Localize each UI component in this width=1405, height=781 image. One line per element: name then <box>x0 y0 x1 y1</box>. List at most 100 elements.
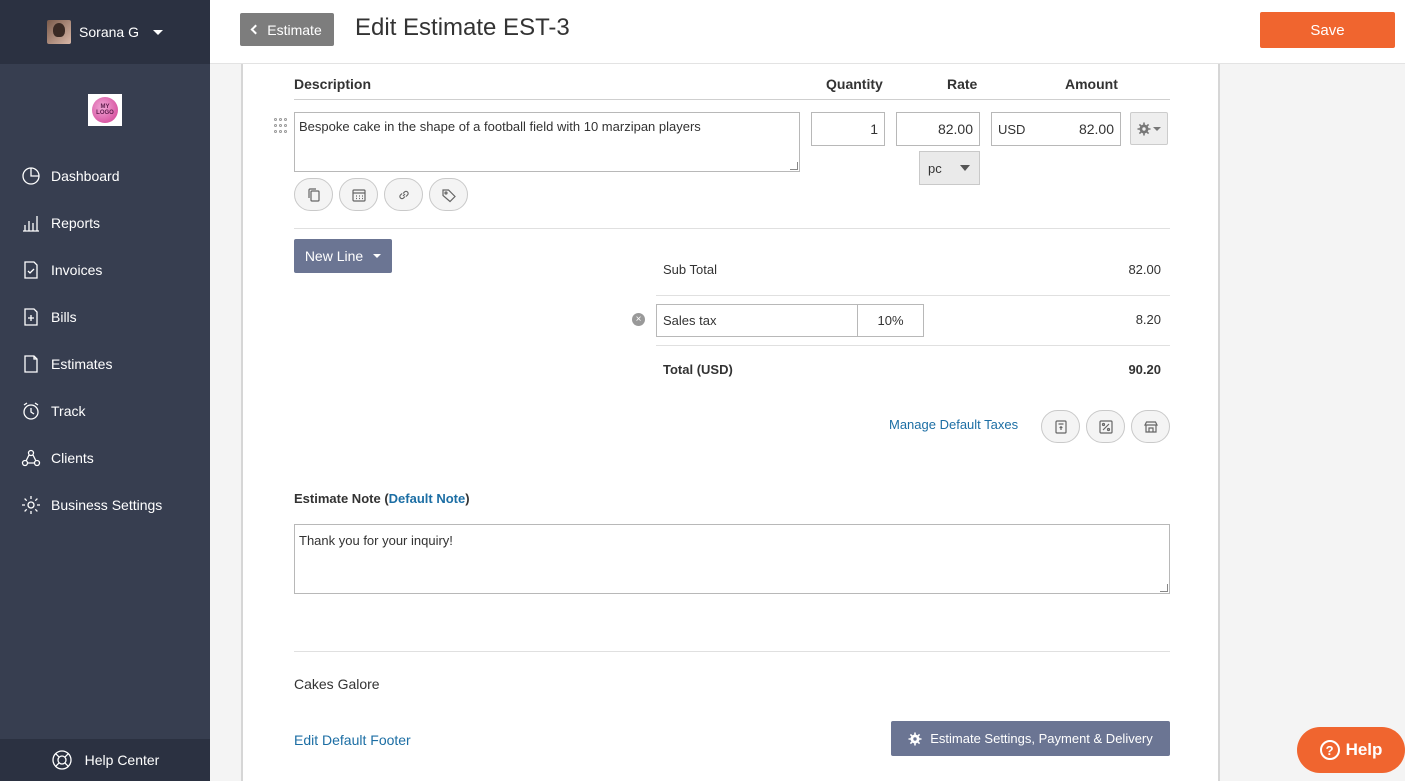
unit-value: pc <box>928 160 942 176</box>
divider <box>294 651 1170 652</box>
lifebuoy-icon <box>51 750 72 770</box>
chevron-down-icon <box>960 165 970 171</box>
track-icon <box>23 401 39 420</box>
sidebar-item-track[interactable]: Track <box>0 387 210 434</box>
sidebar-item-estimates[interactable]: Estimates <box>0 340 210 387</box>
tax-rate-input[interactable]: 10% <box>857 304 924 337</box>
estimate-note-input[interactable]: Thank you for your inquiry! <box>294 524 1170 594</box>
date-button[interactable] <box>339 178 378 211</box>
resize-handle-icon[interactable] <box>1160 584 1168 592</box>
sidebar-item-invoices[interactable]: Invoices <box>0 246 210 293</box>
column-rate: Rate <box>947 76 978 92</box>
manage-default-taxes-link[interactable]: Manage Default Taxes <box>889 417 1018 432</box>
back-button[interactable]: Estimate <box>240 13 334 46</box>
chevron-left-icon <box>250 24 261 35</box>
gear-icon <box>908 732 922 745</box>
unit-select[interactable]: pc <box>919 151 980 185</box>
default-note-link[interactable]: Default Note <box>389 491 466 506</box>
logo-mark: MY LOGO <box>92 97 118 123</box>
tax-value: 8.20 <box>1135 312 1161 327</box>
amount-field[interactable]: USD 82.00 <box>991 112 1121 146</box>
line-tools <box>294 178 468 211</box>
subtotal-label: Sub Total <box>663 262 717 277</box>
gear-icon <box>1137 122 1151 135</box>
help-button[interactable]: ? Help <box>1297 727 1405 773</box>
link-button[interactable] <box>384 178 423 211</box>
estimate-form: Description Quantity Rate Amount Bespoke… <box>241 64 1220 781</box>
divider <box>294 228 1170 229</box>
duplicate-line-button[interactable] <box>294 178 333 211</box>
estimate-note-label: Estimate Note (Default Note) <box>294 491 470 506</box>
gear-icon <box>22 495 40 514</box>
estimate-settings-button[interactable]: Estimate Settings, Payment & Delivery <box>891 721 1170 756</box>
estimate-note-text: Thank you for your inquiry! <box>299 533 453 548</box>
drag-handle-icon[interactable] <box>274 118 288 134</box>
page-title: Edit Estimate EST-3 <box>355 14 570 41</box>
question-icon: ? <box>1319 740 1340 760</box>
reports-icon <box>23 215 39 232</box>
store-button[interactable] <box>1131 410 1170 443</box>
total-value: 90.20 <box>1128 362 1161 377</box>
sidebar: Sorana G MY LOGO Dashboard Reports Invoi… <box>0 0 210 781</box>
top-bar: Estimate Edit Estimate EST-3 Save <box>210 0 1405 64</box>
rate-input[interactable]: 82.00 <box>896 112 980 146</box>
line-description-input[interactable]: Bespoke cake in the shape of a football … <box>294 112 800 172</box>
company-footer-text: Cakes Galore <box>294 676 380 692</box>
company-logo: MY LOGO <box>88 94 122 126</box>
help-center-label: Help Center <box>84 752 160 768</box>
subtotal-value: 82.00 <box>1128 262 1161 277</box>
dashboard-icon <box>22 166 40 185</box>
help-label: Help <box>1345 740 1383 759</box>
percent-icon <box>1098 419 1113 434</box>
save-button[interactable]: Save <box>1260 12 1395 48</box>
user-menu[interactable]: Sorana G <box>0 0 210 64</box>
total-label: Total (USD) <box>663 362 733 377</box>
edit-default-footer-link[interactable]: Edit Default Footer <box>294 732 411 748</box>
sidebar-item-bills[interactable]: Bills <box>0 293 210 340</box>
sidebar-item-label: Track <box>51 402 86 419</box>
sidebar-item-clients[interactable]: Clients <box>0 434 210 481</box>
tag-icon <box>441 188 456 202</box>
clients-icon <box>21 449 41 466</box>
sidebar-item-label: Clients <box>51 449 94 466</box>
note-label-text: Estimate Note <box>294 491 381 506</box>
chevron-down-icon <box>373 254 382 258</box>
new-line-label: New Line <box>304 248 364 264</box>
bills-icon <box>24 307 38 326</box>
tax-tools <box>1041 410 1170 443</box>
sidebar-item-label: Invoices <box>51 261 103 278</box>
sidebar-item-dashboard[interactable]: Dashboard <box>0 152 210 199</box>
column-quantity: Quantity <box>826 76 883 92</box>
line-settings-button[interactable] <box>1130 112 1168 145</box>
help-center-link[interactable]: Help Center <box>0 739 210 781</box>
estimates-icon <box>24 354 38 373</box>
remove-tax-icon[interactable]: × <box>632 313 645 326</box>
new-line-button[interactable]: New Line <box>294 239 392 273</box>
avatar <box>47 20 72 44</box>
tag-button[interactable] <box>429 178 468 211</box>
quantity-input[interactable]: 1 <box>811 112 885 146</box>
copy-icon <box>307 187 320 202</box>
sidebar-item-label: Dashboard <box>51 167 120 184</box>
user-name: Sorana G <box>79 24 139 40</box>
receipt-icon <box>1054 419 1067 434</box>
tax-name-input[interactable]: Sales tax <box>656 304 858 337</box>
sidebar-item-label: Bills <box>51 308 77 325</box>
sidebar-nav: Dashboard Reports Invoices Bills Estimat… <box>0 152 210 528</box>
currency-label: USD <box>998 121 1026 137</box>
sidebar-item-business-settings[interactable]: Business Settings <box>0 481 210 528</box>
divider <box>656 295 1170 296</box>
invoices-icon <box>24 260 38 279</box>
percent-button[interactable] <box>1086 410 1125 443</box>
column-amount: Amount <box>1065 76 1118 92</box>
resize-handle-icon[interactable] <box>790 162 798 170</box>
column-description: Description <box>294 76 372 92</box>
sidebar-item-label: Estimates <box>51 355 113 372</box>
store-icon <box>1143 420 1158 433</box>
divider <box>656 345 1170 346</box>
amount-value: 82.00 <box>1078 121 1114 137</box>
sidebar-item-reports[interactable]: Reports <box>0 199 210 246</box>
settings-label: Estimate Settings, Payment & Delivery <box>930 731 1153 746</box>
tax-document-button[interactable] <box>1041 410 1080 443</box>
back-label: Estimate <box>267 21 322 38</box>
